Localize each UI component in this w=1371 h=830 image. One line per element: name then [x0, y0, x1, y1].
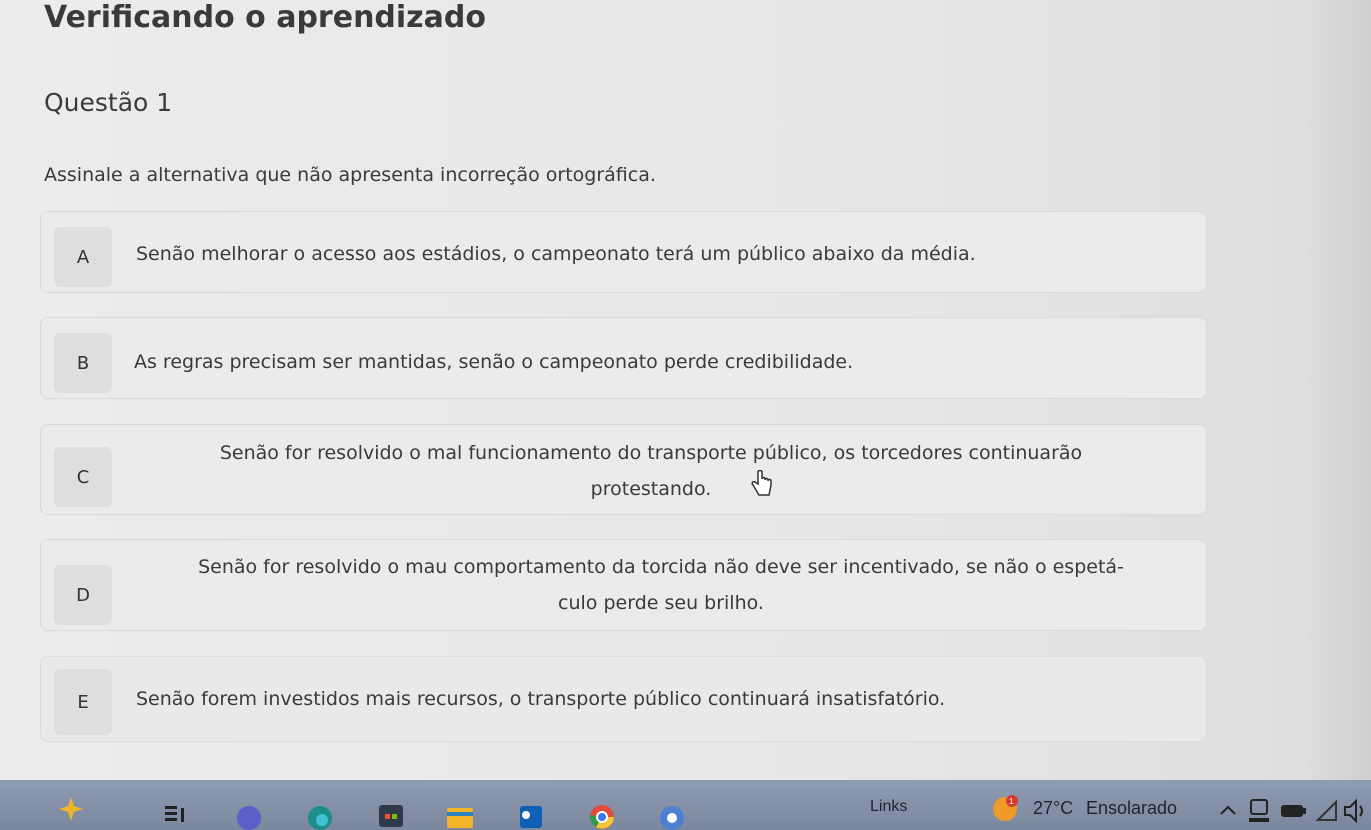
option-c[interactable]: C Senão for resolvido o mal funcionament… — [40, 424, 1207, 515]
teams-icon[interactable] — [234, 800, 264, 830]
option-text-line: Senão for resolvido o mau comportamento … — [198, 556, 1124, 578]
option-letter: B — [54, 333, 112, 393]
outlook-icon[interactable] — [516, 800, 546, 830]
google-app-icon[interactable] — [657, 800, 687, 830]
store-icon[interactable] — [376, 800, 406, 830]
option-text: Senão for resolvido o mal funcionamento … — [141, 435, 1161, 507]
copilot-icon[interactable] — [56, 794, 86, 824]
option-e[interactable]: E Senão forem investidos mais recursos, … — [40, 656, 1207, 742]
option-a[interactable]: A Senão melhorar o acesso aos estádios, … — [40, 211, 1207, 293]
task-view-icon[interactable] — [160, 800, 190, 830]
option-letter: A — [54, 227, 112, 287]
option-letter: E — [54, 669, 112, 735]
option-letter: D — [54, 565, 112, 625]
option-text-line: protestando. — [590, 478, 712, 500]
file-explorer-icon[interactable] — [445, 800, 475, 830]
option-text: Senão forem investidos mais recursos, o … — [136, 688, 946, 710]
chrome-icon[interactable] — [587, 800, 617, 830]
hand-cursor-icon — [751, 470, 772, 496]
weather-text[interactable]: Ensolarado — [1086, 798, 1177, 819]
chevron-up-icon[interactable] — [1213, 798, 1243, 828]
option-b[interactable]: B As regras precisam ser mantidas, senão… — [40, 317, 1207, 399]
weather-sun-icon[interactable] — [990, 794, 1020, 824]
page-title: Verificando o aprendizado — [44, 0, 486, 35]
question-title: Questão 1 — [44, 88, 173, 117]
option-text: Senão for resolvido o mau comportamento … — [131, 549, 1191, 621]
battery-icon[interactable] — [1278, 796, 1308, 826]
temperature-text[interactable]: 27°C — [1033, 798, 1073, 819]
option-text-line: Senão for resolvido o mal funcionamento … — [219, 442, 1083, 464]
option-letter: C — [54, 447, 112, 507]
option-text-line: culo perde seu brilho. — [558, 592, 764, 614]
edge-icon[interactable] — [305, 800, 335, 830]
weather-badge: 1 — [1009, 797, 1014, 806]
option-text: Senão melhorar o acesso aos estádios, o … — [136, 243, 976, 265]
wifi-icon[interactable] — [1312, 796, 1342, 826]
links-label[interactable]: Links — [870, 798, 907, 816]
volume-icon[interactable] — [1341, 796, 1371, 826]
keyboard-icon[interactable] — [1244, 796, 1274, 826]
taskbar: Links 1 27°C Ensolarado — [0, 780, 1371, 830]
option-d[interactable]: D Senão for resolvido o mau comportament… — [40, 539, 1207, 631]
option-text: As regras precisam ser mantidas, senão o… — [134, 351, 854, 373]
question-prompt: Assinale a alternativa que não apresenta… — [44, 164, 656, 186]
